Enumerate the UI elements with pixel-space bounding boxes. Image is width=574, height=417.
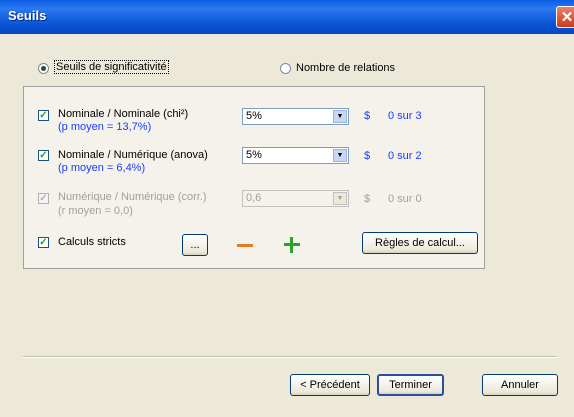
footer-separator [23, 356, 557, 358]
check-icon: ✓ [39, 193, 48, 204]
chevron-down-icon[interactable]: ▼ [333, 149, 347, 162]
plus-icon-vertical[interactable] [290, 237, 293, 253]
chevron-down-icon: ▼ [333, 192, 347, 205]
ellipsis-button-label: ... [190, 239, 200, 251]
check-icon: ✓ [39, 110, 48, 121]
nominal-numeric-checkbox[interactable]: ✓ [38, 150, 49, 161]
chevron-down-icon[interactable]: ▼ [333, 110, 347, 123]
nominal-numeric-label: Nominale / Numérique (anova) [58, 149, 208, 161]
calc-rules-button[interactable]: Règles de calcul... [362, 232, 478, 254]
nominal-nominal-checkbox[interactable]: ✓ [38, 110, 49, 121]
finish-button[interactable]: Terminer [377, 374, 444, 396]
title-bar[interactable]: Seuils ✕ [0, 0, 574, 34]
nominal-nominal-count: 0 sur 3 [388, 110, 422, 122]
numeric-numeric-rvalue: (r moyen = 0,0) [58, 205, 133, 217]
previous-button-label: < Précédent [300, 379, 360, 391]
relations-radio[interactable] [280, 63, 291, 74]
numeric-numeric-count: 0 sur 0 [388, 193, 422, 205]
minus-icon[interactable] [237, 244, 253, 247]
numeric-numeric-threshold-select: 0,6 ▼ [242, 190, 349, 207]
finish-button-label: Terminer [389, 379, 432, 391]
nominal-nominal-threshold-select[interactable]: 5% ▼ [242, 108, 349, 125]
close-button[interactable]: ✕ [556, 6, 574, 28]
check-icon: ✓ [39, 150, 48, 161]
numeric-numeric-checkbox: ✓ [38, 193, 49, 204]
cancel-button[interactable]: Annuler [482, 374, 558, 396]
nominal-numeric-dollar: $ [364, 150, 371, 162]
numeric-numeric-dollar: $ [364, 193, 371, 205]
previous-button[interactable]: < Précédent [290, 374, 370, 396]
dialog-window: Seuils ✕ Seuils de significativité Nombr… [0, 0, 574, 417]
strict-calc-checkbox[interactable]: ✓ [38, 237, 49, 248]
window-title: Seuils [8, 8, 47, 23]
select-value: 5% [246, 110, 262, 122]
nominal-numeric-count: 0 sur 2 [388, 150, 422, 162]
calc-rules-button-label: Règles de calcul... [375, 237, 465, 249]
nominal-nominal-label: Nominale / Nominale (chi²) [58, 108, 189, 120]
cancel-button-label: Annuler [501, 379, 539, 391]
nominal-nominal-dollar: $ [364, 110, 371, 122]
numeric-numeric-label: Numérique / Numérique (corr.) [58, 191, 207, 203]
ellipsis-button[interactable]: ... [182, 234, 208, 256]
nominal-numeric-threshold-select[interactable]: 5% ▼ [242, 147, 349, 164]
relations-radio-label[interactable]: Nombre de relations [296, 62, 395, 74]
nominal-numeric-pvalue: (p moyen = 6,4%) [58, 162, 146, 174]
thresholds-radio[interactable] [38, 63, 49, 74]
thresholds-radio-label[interactable]: Seuils de significativité [54, 60, 169, 74]
check-icon: ✓ [39, 237, 48, 248]
strict-calc-label: Calculs stricts [58, 236, 126, 248]
nominal-nominal-pvalue: (p moyen = 13,7%) [58, 121, 152, 133]
close-icon: ✕ [560, 9, 574, 26]
select-value: 5% [246, 149, 262, 161]
select-value: 0,6 [246, 192, 262, 204]
